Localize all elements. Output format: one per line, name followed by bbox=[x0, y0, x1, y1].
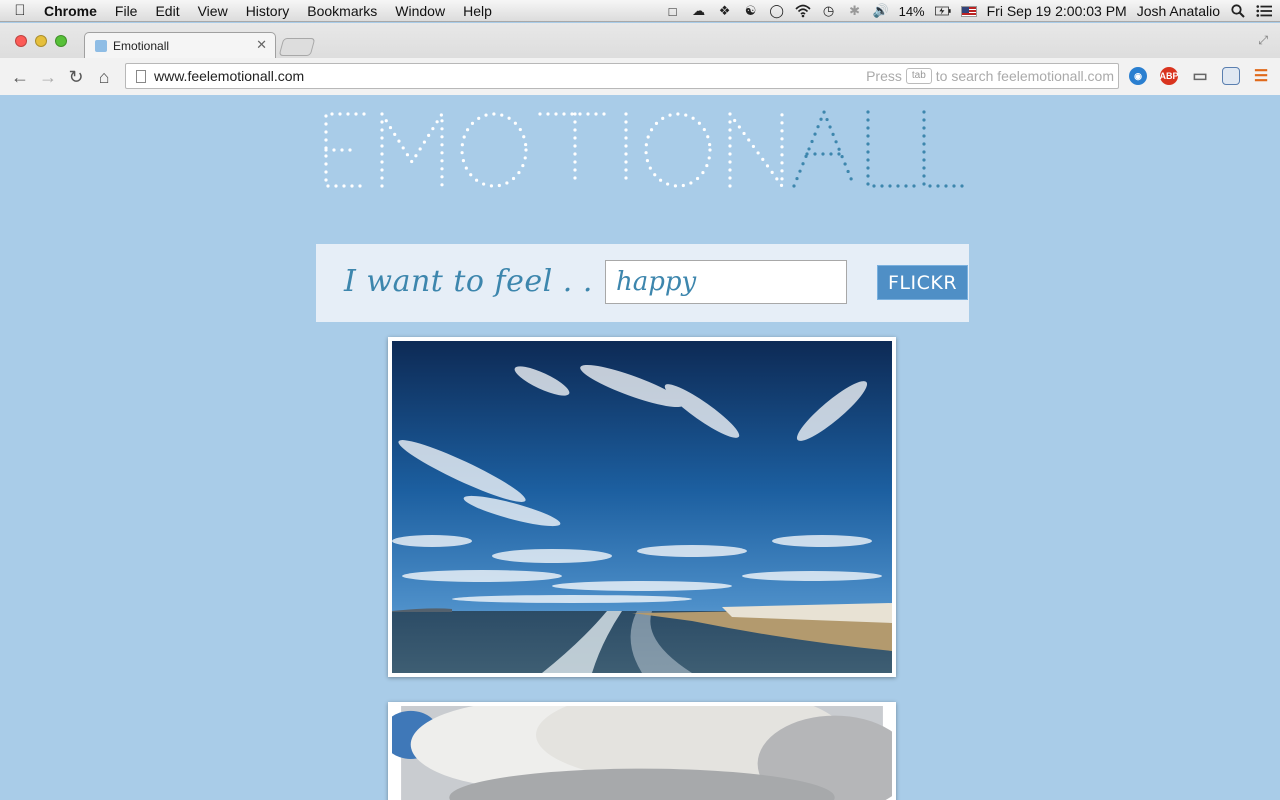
address-bar[interactable]: www.feelemotionall.com Press tab to sear… bbox=[125, 63, 1119, 89]
browser-extension-icon[interactable]: ◉ bbox=[1129, 67, 1147, 85]
clock[interactable]: Fri Sep 19 2:00:03 PM bbox=[987, 3, 1127, 19]
battery-icon[interactable] bbox=[934, 3, 951, 19]
volume-icon[interactable]: 🔊 bbox=[873, 3, 889, 19]
wifi-icon[interactable] bbox=[795, 3, 811, 19]
beach-sky-photo bbox=[392, 341, 892, 673]
tab-title: Emotionall bbox=[113, 38, 170, 53]
url-text[interactable]: www.feelemotionall.com bbox=[154, 68, 304, 84]
browser-window-frame: Emotionall ✕ ⤢ ← → ↻ ⌂ www.feelemotional… bbox=[0, 23, 1280, 95]
reload-icon[interactable]: ↻ bbox=[65, 66, 87, 88]
back-arrow-icon[interactable]: ← bbox=[9, 66, 31, 88]
notification-center-icon[interactable] bbox=[1256, 3, 1272, 19]
close-window-button[interactable] bbox=[15, 35, 27, 47]
cast-icon[interactable]: ▭ bbox=[1191, 67, 1209, 85]
status-tray: □ ☁ ❖ ☯ ◯ ◷ ✱ 🔊 14% Fri Sep 19 2:00:03 P… bbox=[665, 0, 1272, 22]
menu-edit[interactable]: Edit bbox=[146, 3, 188, 19]
search-hint-text: to search feelemotionall.com bbox=[935, 68, 1114, 84]
search-hint-press: Press bbox=[866, 68, 902, 84]
menu-bookmarks[interactable]: Bookmarks bbox=[298, 3, 386, 19]
menu-view[interactable]: View bbox=[189, 3, 237, 19]
fullscreen-icon[interactable]: ⤢ bbox=[1258, 33, 1268, 48]
browser-toolbar: ← → ↻ ⌂ www.feelemotionall.com Press tab… bbox=[0, 58, 1280, 95]
minimize-window-button[interactable] bbox=[35, 35, 47, 47]
feel-prompt-label: I want to feel . . . bbox=[344, 264, 613, 299]
adblock-plus-icon[interactable]: ABP bbox=[1160, 67, 1179, 85]
macos-menu-bar:  Chrome File Edit View History Bookmark… bbox=[0, 0, 1280, 22]
new-tab-button[interactable] bbox=[278, 38, 316, 56]
chrome-menu-icon[interactable]: ☰ bbox=[1252, 67, 1270, 85]
accessibility-icon[interactable]: ☯ bbox=[743, 3, 759, 19]
home-icon[interactable]: ⌂ bbox=[93, 66, 115, 88]
messages-icon[interactable]: ◯ bbox=[769, 3, 785, 19]
search-hint-key: tab bbox=[905, 68, 932, 84]
zoom-window-button[interactable] bbox=[55, 35, 67, 47]
apple-menu-icon[interactable]:  bbox=[0, 2, 40, 19]
photo-card[interactable] bbox=[388, 702, 896, 800]
tab-close-icon[interactable]: ✕ bbox=[256, 37, 267, 53]
forward-arrow-icon[interactable]: → bbox=[37, 66, 59, 88]
flickr-search-button[interactable]: FLICKR bbox=[877, 265, 968, 300]
battery-percentage: 14% bbox=[898, 3, 925, 19]
cloudy-sky-photo bbox=[392, 706, 892, 800]
emotionall-logo[interactable] bbox=[320, 106, 976, 194]
omnibox-search-hint: Press tab to search feelemotionall.com bbox=[866, 68, 1114, 84]
spotlight-search-icon[interactable] bbox=[1230, 3, 1246, 19]
window-icon[interactable] bbox=[1222, 67, 1240, 85]
photo-card[interactable] bbox=[388, 337, 896, 677]
time-machine-icon[interactable]: ◷ bbox=[821, 3, 837, 19]
menu-history[interactable]: History bbox=[237, 3, 299, 19]
page-document-icon bbox=[136, 69, 146, 83]
user-name[interactable]: Josh Anatalio bbox=[1137, 3, 1220, 19]
screen-capture-icon[interactable]: □ bbox=[665, 3, 681, 19]
cloud-icon[interactable]: ☁ bbox=[691, 3, 707, 19]
page-viewport: I want to feel . . . FLICKR bbox=[4, 96, 1280, 800]
active-tab[interactable]: Emotionall ✕ bbox=[84, 32, 276, 58]
emotion-search-panel: I want to feel . . . FLICKR bbox=[316, 244, 969, 322]
input-source-flag-icon[interactable] bbox=[960, 5, 977, 17]
menu-file[interactable]: File bbox=[106, 3, 147, 19]
bluetooth-icon[interactable]: ✱ bbox=[847, 3, 863, 19]
menu-app-name[interactable]: Chrome bbox=[40, 3, 106, 19]
site-favicon-icon bbox=[95, 39, 107, 52]
dropbox-icon[interactable]: ❖ bbox=[717, 3, 733, 19]
menu-window[interactable]: Window bbox=[386, 3, 454, 19]
menu-help[interactable]: Help bbox=[454, 3, 501, 19]
emotion-input[interactable] bbox=[605, 260, 847, 304]
